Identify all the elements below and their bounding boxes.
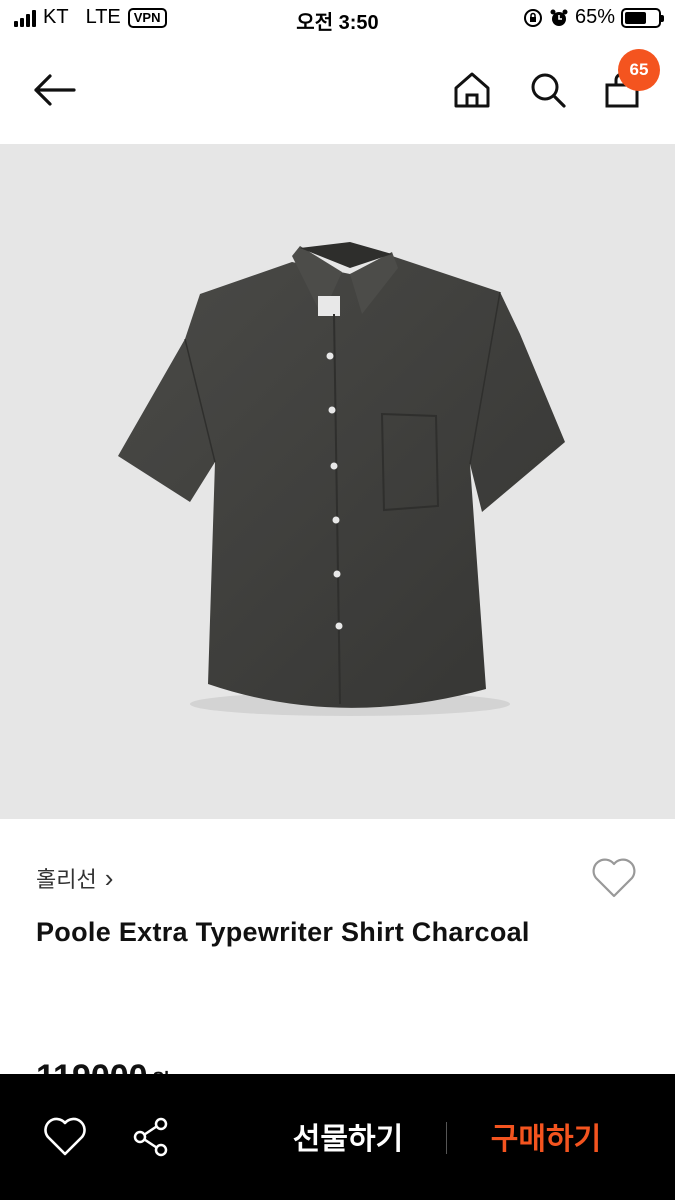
rotation-lock-icon <box>523 8 542 27</box>
status-right: 65% <box>523 6 664 29</box>
buy-button[interactable]: 구매하기 <box>456 1110 636 1162</box>
alarm-icon <box>550 9 568 26</box>
wishlist-button[interactable] <box>590 856 638 900</box>
chevron-right-icon: › <box>104 862 114 893</box>
product-name: Poole Extra Typewriter Shirt Charcoal <box>36 917 530 947</box>
bottom-action-bar: 선물하기 구매하기 <box>0 1074 675 1200</box>
cart-count-badge: 65 <box>618 49 660 91</box>
search-button[interactable] <box>524 66 572 114</box>
gift-button[interactable]: 선물하기 <box>258 1110 438 1162</box>
home-icon <box>454 72 490 108</box>
battery-percent: 65% <box>574 6 615 28</box>
battery-fill <box>625 11 646 24</box>
battery-icon <box>621 7 664 28</box>
divider <box>446 1122 447 1154</box>
brand-name: 홀리선 <box>36 867 97 892</box>
home-button[interactable] <box>448 66 496 114</box>
heart-icon <box>592 858 636 898</box>
share-button[interactable] <box>128 1114 174 1160</box>
search-icon <box>531 73 566 108</box>
heart-icon <box>44 1117 86 1156</box>
like-button[interactable] <box>42 1114 88 1160</box>
top-nav: 65 <box>0 40 675 144</box>
share-icon <box>133 1117 168 1157</box>
status-bar: KT LTE VPN 오전 3:50 65% <box>0 0 675 40</box>
arrow-left-icon <box>34 74 76 106</box>
back-button[interactable] <box>28 68 80 112</box>
brand-link[interactable]: 홀리선 › <box>36 862 113 894</box>
shirt-icon <box>118 242 565 716</box>
product-image[interactable] <box>0 144 675 819</box>
